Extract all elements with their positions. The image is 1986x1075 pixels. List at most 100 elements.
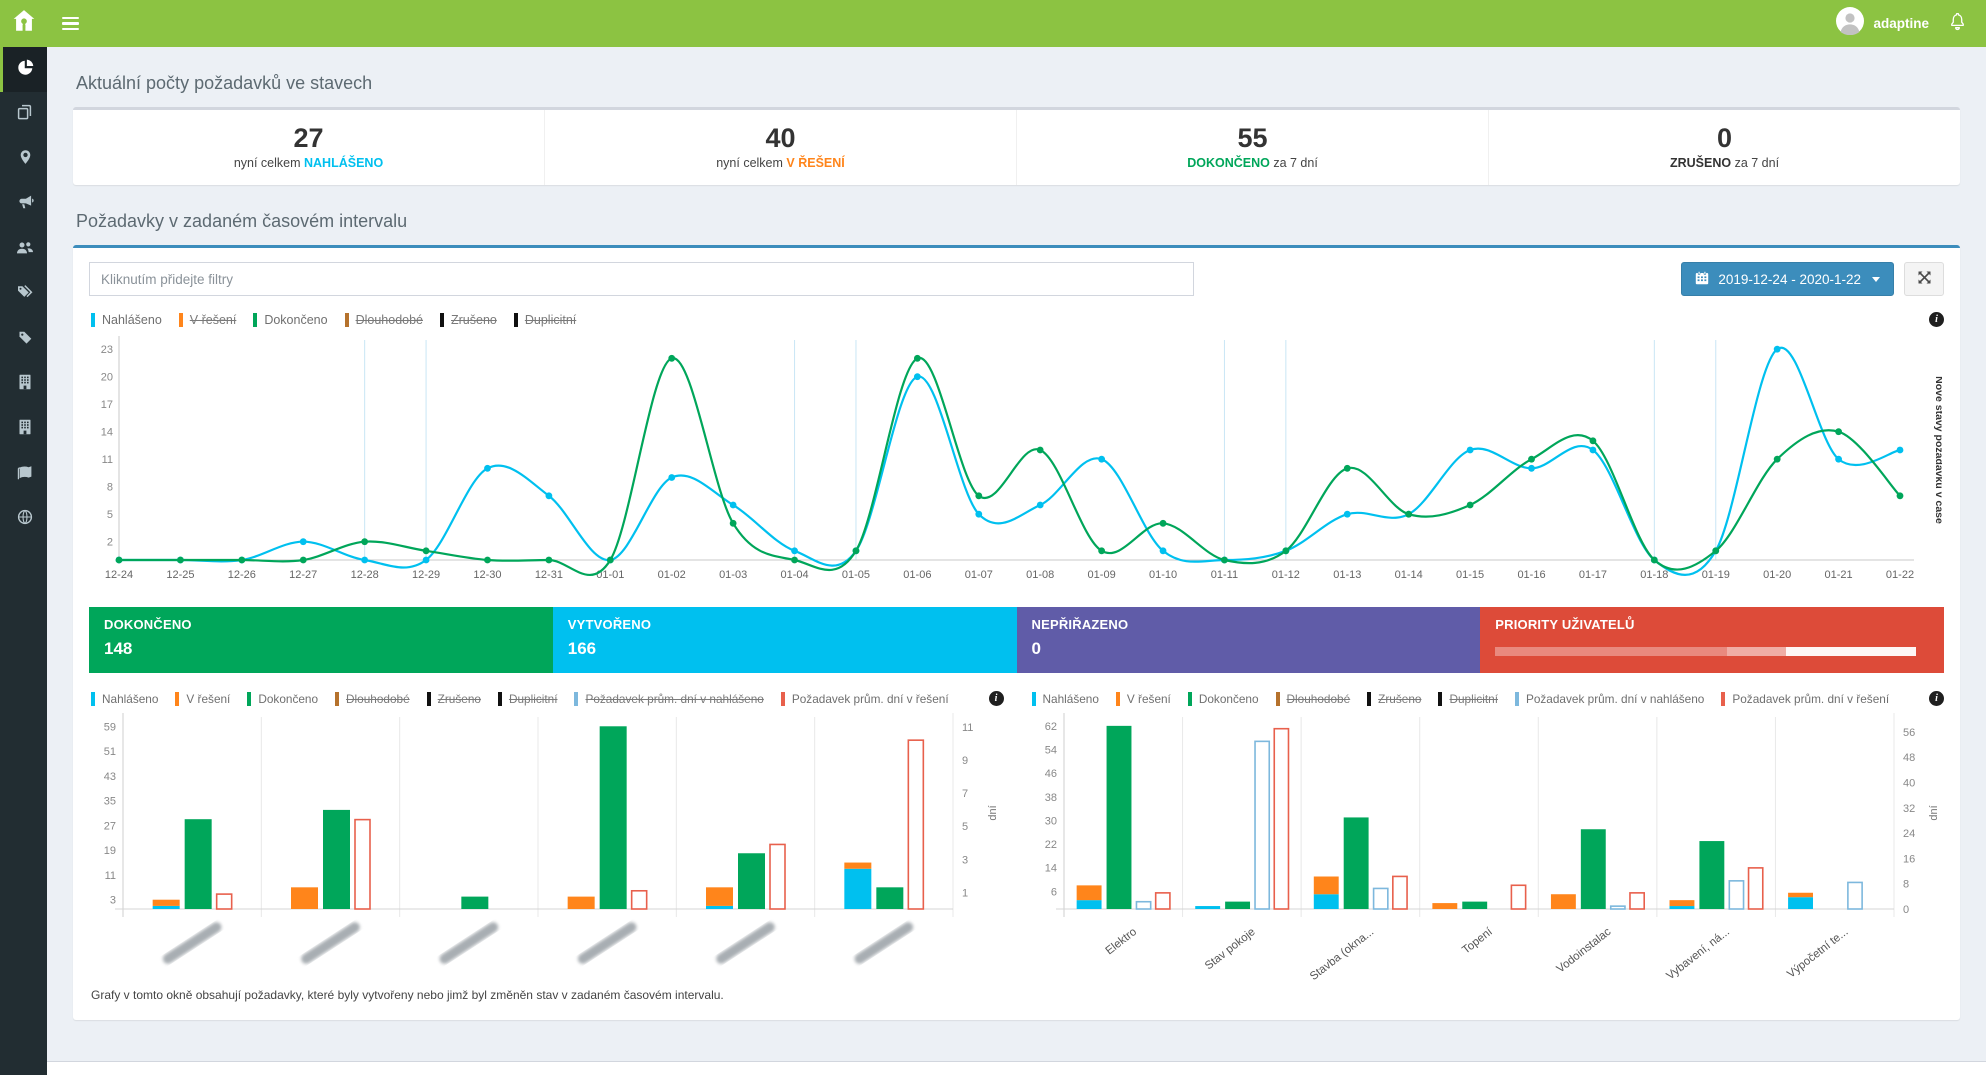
legend-swatch (179, 313, 183, 327)
legend-item[interactable]: V řešení (175, 692, 230, 706)
svg-text:17: 17 (101, 399, 113, 411)
avatar (1836, 7, 1864, 40)
legend-item[interactable]: Nahlášeno (91, 313, 162, 327)
svg-text:46: 46 (1044, 768, 1056, 780)
legend-item[interactable]: Požadavek prům. dní v řešení (781, 692, 949, 706)
date-range-button[interactable]: 2019-12-24 - 2020-1-22 (1681, 262, 1894, 296)
sidebar-item-book[interactable] (0, 452, 47, 497)
legend-item[interactable]: Duplicitní (1438, 692, 1498, 706)
svg-text:62: 62 (1044, 721, 1056, 733)
filter-input[interactable] (89, 262, 1194, 296)
svg-text:56: 56 (1903, 727, 1915, 739)
sidebar-item-tag[interactable] (0, 317, 47, 362)
legend-item[interactable]: Dlouhodobé (345, 313, 423, 327)
legend-item[interactable]: Dlouhodobé (1276, 692, 1351, 706)
bar-chart-right: Nahlášeno V řešení Dokončeno Dlouhodobé Zruš… (1030, 689, 1945, 986)
legend-swatch (175, 692, 179, 706)
legend-swatch (1721, 692, 1725, 706)
legend-swatch (781, 692, 785, 706)
svg-text:6: 6 (1050, 886, 1056, 898)
legend-item[interactable]: Zrušeno (440, 313, 497, 327)
fullscreen-button[interactable] (1904, 262, 1944, 296)
svg-text:8: 8 (107, 482, 113, 494)
sidebar-item-requests[interactable] (0, 92, 47, 137)
legend-item[interactable]: Dokončeno (1188, 692, 1259, 706)
svg-text:Stavba (okna...: Stavba (okna... (1307, 926, 1375, 981)
svg-text:Stav pokoje: Stav pokoje (1202, 926, 1257, 972)
svg-text:51: 51 (104, 746, 116, 758)
svg-text:01-14: 01-14 (1395, 569, 1423, 581)
legend-item[interactable]: Zrušeno (1367, 692, 1421, 706)
summary-vytvoreno: VYTVOŘENO 166 (553, 607, 1017, 673)
user-menu[interactable]: adaptine (1836, 7, 1929, 40)
svg-text:01-21: 01-21 (1825, 569, 1853, 581)
legend-item[interactable]: Dlouhodobé (335, 692, 410, 706)
legend-label: Dokončeno (258, 692, 318, 706)
priority-progressbar (1495, 647, 1916, 656)
svg-text:01-22: 01-22 (1886, 569, 1914, 581)
legend-label: Duplicitní (525, 313, 576, 327)
svg-text:01-03: 01-03 (719, 569, 747, 581)
legend-item[interactable]: Dokončeno (247, 692, 318, 706)
charts-footnote: Grafy v tomto okně obsahují požadavky, k… (91, 988, 1944, 1002)
sidebar-item-building-1[interactable] (0, 362, 47, 407)
app-logo[interactable] (0, 0, 47, 47)
legend-swatch (91, 692, 95, 706)
svg-text:38: 38 (1044, 792, 1056, 804)
legend-label: Dokončeno (1199, 692, 1259, 706)
legend-item[interactable]: Nahlášeno (91, 692, 158, 706)
sidebar-item-dashboard[interactable] (0, 47, 47, 92)
notifications-button[interactable] (1949, 13, 1966, 34)
sidebar-item-building-2[interactable] (0, 407, 47, 452)
legend-label: Požadavek prům. dní v nahlášeno (585, 692, 763, 706)
sidebar (0, 47, 47, 1075)
svg-text:59: 59 (104, 721, 116, 733)
legend-item[interactable]: V řešení (179, 313, 237, 327)
legend-item[interactable]: Duplicitní (498, 692, 558, 706)
sidebar-item-announcements[interactable] (0, 182, 47, 227)
svg-text:01-13: 01-13 (1333, 569, 1361, 581)
legend-item[interactable]: Zrušeno (427, 692, 481, 706)
summary-value: 166 (568, 639, 1002, 659)
summary-label: NEPŘIŘAZENO (1032, 617, 1466, 632)
svg-text:01-17: 01-17 (1579, 569, 1607, 581)
legend-item[interactable]: Dokončeno (253, 313, 327, 327)
svg-text:01-07: 01-07 (965, 569, 993, 581)
legend-swatch (1515, 692, 1519, 706)
legend-swatch (1367, 692, 1371, 706)
legend-item[interactable]: Požadavek prům. dní v nahlášeno (574, 692, 763, 706)
legend-item[interactable]: Duplicitní (514, 313, 576, 327)
line-chart-legend: Nahlášeno V řešení Dokončeno Dlouhodobé Zruš… (91, 312, 1944, 327)
svg-text:3: 3 (110, 895, 116, 907)
svg-text:01-19: 01-19 (1702, 569, 1730, 581)
info-icon[interactable]: i (1929, 312, 1944, 327)
sidebar-item-tags[interactable] (0, 272, 47, 317)
sidebar-item-users[interactable] (0, 227, 47, 272)
legend-item[interactable]: Požadavek prům. dní v řešení (1721, 692, 1889, 706)
stat-nahlaseno: 27 nyní celkem NAHLÁŠENO (73, 110, 545, 185)
legend-item[interactable]: Nahlášeno (1032, 692, 1099, 706)
sidebar-item-locations[interactable] (0, 137, 47, 182)
stat-dokonceno: 55 DOKONČENO za 7 dní (1017, 110, 1489, 185)
bar-chart-right-legend: Nahlášeno V řešení Dokončeno Dlouhodobé Zruš… (1032, 691, 1945, 706)
stat-label: DOKONČENO (1187, 156, 1270, 170)
stat-label: ZRUŠENO (1670, 156, 1731, 170)
legend-label: Zrušeno (451, 313, 497, 327)
sidebar-toggle-button[interactable] (47, 0, 93, 47)
info-icon[interactable]: i (989, 691, 1004, 706)
svg-text:01-09: 01-09 (1088, 569, 1116, 581)
legend-label: V řešení (1127, 692, 1171, 706)
stat-value: 27 (73, 123, 544, 154)
building-icon (18, 419, 32, 440)
svg-text:11: 11 (962, 722, 973, 734)
svg-text:5: 5 (107, 509, 113, 521)
svg-text:Výpočetní te...: Výpočetní te... (1785, 926, 1850, 981)
legend-swatch (335, 692, 339, 706)
svg-text:40: 40 (1903, 778, 1915, 790)
svg-text:Nové stavy požadavků v čase: Nové stavy požadavků v čase (1933, 376, 1942, 524)
legend-item[interactable]: V řešení (1116, 692, 1171, 706)
tags-icon (17, 284, 34, 305)
sidebar-item-globe[interactable] (0, 497, 47, 542)
info-icon[interactable]: i (1929, 691, 1944, 706)
legend-item[interactable]: Požadavek prům. dní v nahlášeno (1515, 692, 1704, 706)
